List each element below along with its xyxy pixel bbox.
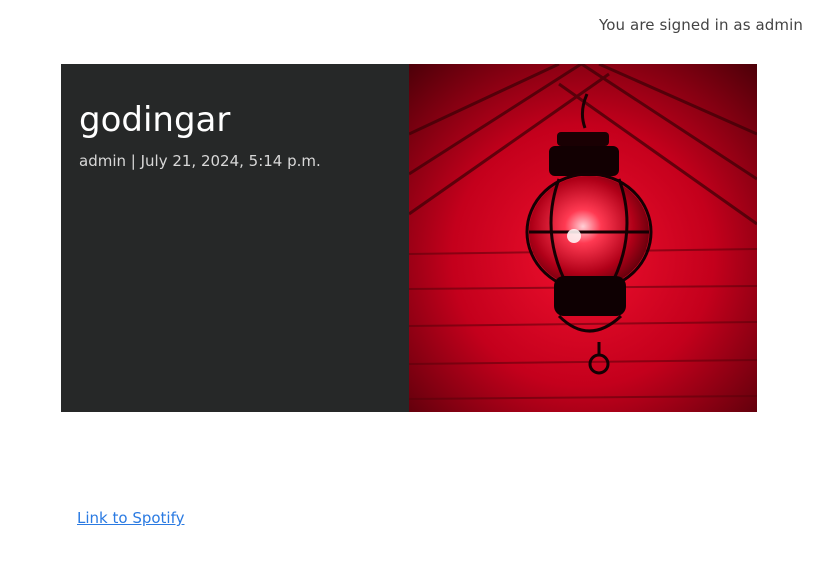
signed-in-status: You are signed in as admin: [599, 16, 803, 34]
post-hero: godingar admin | July 21, 2024, 5:14 p.m…: [61, 64, 757, 412]
post-image: [409, 64, 757, 412]
post-info-panel: godingar admin | July 21, 2024, 5:14 p.m…: [61, 64, 409, 412]
red-lantern-image: [409, 64, 757, 412]
post-title: godingar: [79, 100, 231, 140]
spotify-link[interactable]: Link to Spotify: [77, 509, 184, 527]
post-meta: admin | July 21, 2024, 5:14 p.m.: [79, 152, 321, 170]
